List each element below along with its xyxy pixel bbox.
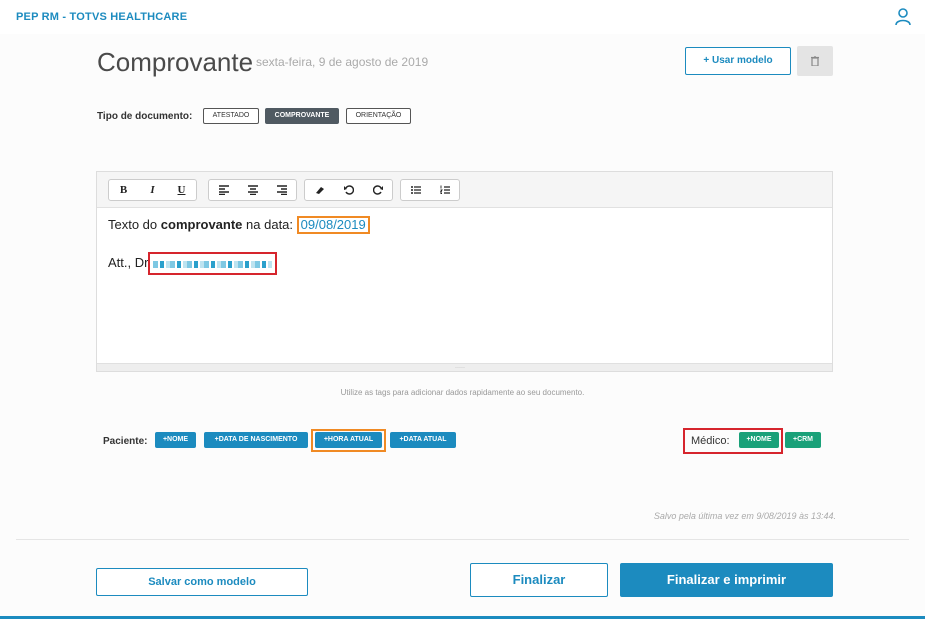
- document-date: sexta-feira, 9 de agosto de 2019: [256, 55, 429, 69]
- tag-current-date[interactable]: +DATA ATUAL: [390, 432, 456, 448]
- align-center-icon[interactable]: [238, 180, 267, 200]
- edit-group: [304, 179, 393, 201]
- type-comprovante-button[interactable]: COMPROVANTE: [265, 108, 339, 124]
- type-atestado-button[interactable]: ATESTADO: [203, 108, 259, 124]
- undo-icon[interactable]: [334, 180, 363, 200]
- delete-button[interactable]: [797, 46, 833, 76]
- tag-doctor-name[interactable]: +NOME: [739, 432, 779, 448]
- finish-and-print-button[interactable]: Finalizar e imprimir: [620, 563, 833, 597]
- bullet-list-icon[interactable]: [401, 180, 430, 200]
- align-left-icon[interactable]: [209, 180, 238, 200]
- top-bar: PEP RM - TOTVS HEALTHCARE: [0, 0, 925, 34]
- align-group: [208, 179, 297, 201]
- line1-middle: na data:: [242, 217, 294, 232]
- editor-toolbar: B I U: [97, 172, 832, 208]
- divider: [16, 539, 909, 540]
- numbered-list-icon[interactable]: [430, 180, 459, 200]
- tag-patient-name[interactable]: +NOME: [155, 432, 196, 448]
- bold-icon[interactable]: B: [109, 180, 138, 200]
- redacted-doctor-name: [148, 252, 278, 275]
- document-type-label: Tipo de documento:: [97, 111, 193, 122]
- eraser-icon[interactable]: [305, 180, 334, 200]
- content-line-1: Texto do comprovante na data: 09/08/2019: [108, 216, 370, 234]
- editor-resize-handle[interactable]: ·····: [97, 363, 832, 371]
- doctor-tags-label: Médico:: [691, 435, 730, 447]
- editor-content[interactable]: Texto do comprovante na data: 09/08/2019…: [97, 208, 832, 363]
- tag-patient-birthdate[interactable]: +DATA DE NASCIMENTO: [204, 432, 308, 448]
- date-tag: 09/08/2019: [296, 216, 370, 234]
- page-title: Comprovante: [97, 47, 254, 77]
- line1-prefix: Texto do: [108, 217, 158, 232]
- tags-hint: Utilize as tags para adicionar dados rap…: [340, 388, 585, 397]
- trash-icon: [811, 56, 819, 66]
- tag-current-time[interactable]: +HORA ATUAL: [315, 432, 382, 448]
- italic-icon[interactable]: I: [138, 180, 167, 200]
- last-saved-status: Salvo pela última vez em 9/08/2019 às 13…: [653, 511, 836, 521]
- line2-prefix: Att., Dr: [108, 254, 149, 270]
- align-right-icon[interactable]: [267, 180, 296, 200]
- document-type-word: comprovante: [160, 217, 243, 232]
- text-editor: B I U Texto do comprovante na data: 09/0…: [96, 171, 833, 372]
- underline-icon[interactable]: U: [167, 180, 196, 200]
- use-template-button[interactable]: + Usar modelo: [685, 47, 791, 75]
- app-title: PEP RM - TOTVS HEALTHCARE: [16, 11, 188, 23]
- format-group: B I U: [108, 179, 197, 201]
- tag-doctor-crm[interactable]: +CRM: [785, 432, 821, 448]
- patient-tags-label: Paciente:: [103, 436, 148, 447]
- user-icon[interactable]: [895, 8, 911, 26]
- save-as-template-button[interactable]: Salvar como modelo: [96, 568, 308, 596]
- finish-button[interactable]: Finalizar: [470, 563, 608, 597]
- redo-icon[interactable]: [363, 180, 392, 200]
- list-group: [400, 179, 460, 201]
- resize-grip-icon: ·····: [455, 365, 465, 371]
- content-line-2: Att., Dr: [108, 252, 278, 275]
- type-orientacao-button[interactable]: ORIENTAÇÃO: [346, 108, 411, 124]
